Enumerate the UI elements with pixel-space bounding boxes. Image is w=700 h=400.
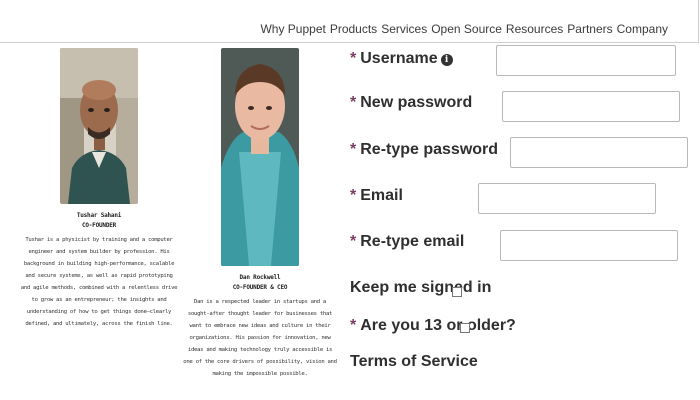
retype-email-label-text: Re-type email: [360, 233, 465, 250]
nav-link-company[interactable]: Company: [617, 22, 668, 36]
retype-password-label: * Re-type password: [350, 141, 498, 159]
required-mark: *: [350, 141, 357, 158]
new-password-input[interactable]: [502, 91, 680, 122]
registration-form: * Username i * New password * Re-type passwo…: [350, 44, 690, 396]
retype-email-label: * Re-type email: [350, 233, 464, 251]
bio-role: CO-FOUNDER: [81, 222, 117, 229]
bio-description: Tushar is a physicist by training and a …: [20, 237, 178, 327]
top-nav: Why Puppet Products Services Open Source…: [0, 0, 699, 43]
bio-role: CO-FOUNDER & CEO: [232, 284, 288, 291]
required-mark: *: [350, 50, 357, 67]
nav-link-products[interactable]: Products: [330, 22, 377, 36]
required-mark: *: [350, 317, 357, 334]
username-input[interactable]: [496, 45, 676, 76]
age-question-label-text: Are you 13 or older?: [360, 317, 516, 334]
new-password-label-text: New password: [360, 94, 473, 111]
nav-links: Why Puppet Products Services Open Source…: [260, 22, 668, 36]
bio-description: Dan is a respected leader in startups an…: [183, 299, 337, 377]
required-mark: *: [350, 187, 357, 204]
profile-photo-tushar: [60, 48, 138, 204]
age-question-label: * Are you 13 or older?: [350, 317, 516, 335]
retype-email-input[interactable]: [500, 230, 678, 261]
username-label: * Username i: [350, 50, 453, 68]
required-mark: *: [350, 94, 357, 111]
profile-photo-dan: [221, 48, 299, 266]
bio-name: Tushar Sahani: [76, 212, 122, 219]
page: Why Puppet Products Services Open Source…: [0, 0, 700, 400]
keep-signed-in-label: Keep me signed in: [350, 279, 492, 296]
retype-password-input[interactable]: [510, 137, 688, 168]
new-password-label: * New password: [350, 94, 472, 112]
keep-signed-in-checkbox[interactable]: [452, 287, 462, 297]
nav-link-partners[interactable]: Partners: [567, 22, 612, 36]
email-label: * Email: [350, 187, 403, 205]
username-label-text: Username: [360, 50, 438, 67]
retype-password-label-text: Re-type password: [360, 141, 499, 158]
info-icon[interactable]: i: [440, 54, 453, 66]
bio-name: Dan Rockwell: [239, 274, 281, 281]
nav-link-open-source[interactable]: Open Source: [431, 22, 502, 36]
email-input[interactable]: [478, 183, 656, 214]
bio-card-dan: Dan Rockwell CO-FOUNDER & CEO Dan is a r…: [182, 48, 338, 380]
age-checkbox[interactable]: [460, 323, 470, 333]
nav-link-resources[interactable]: Resources: [506, 22, 563, 36]
terms-heading: Terms of Service: [350, 353, 478, 370]
required-mark: *: [350, 233, 357, 250]
nav-link-why-puppet[interactable]: Why Puppet: [260, 22, 325, 36]
bio-card-tushar: Tushar Sahani CO-FOUNDER Tushar is a phy…: [20, 48, 178, 330]
email-label-text: Email: [360, 187, 403, 204]
nav-link-services[interactable]: Services: [381, 22, 427, 36]
